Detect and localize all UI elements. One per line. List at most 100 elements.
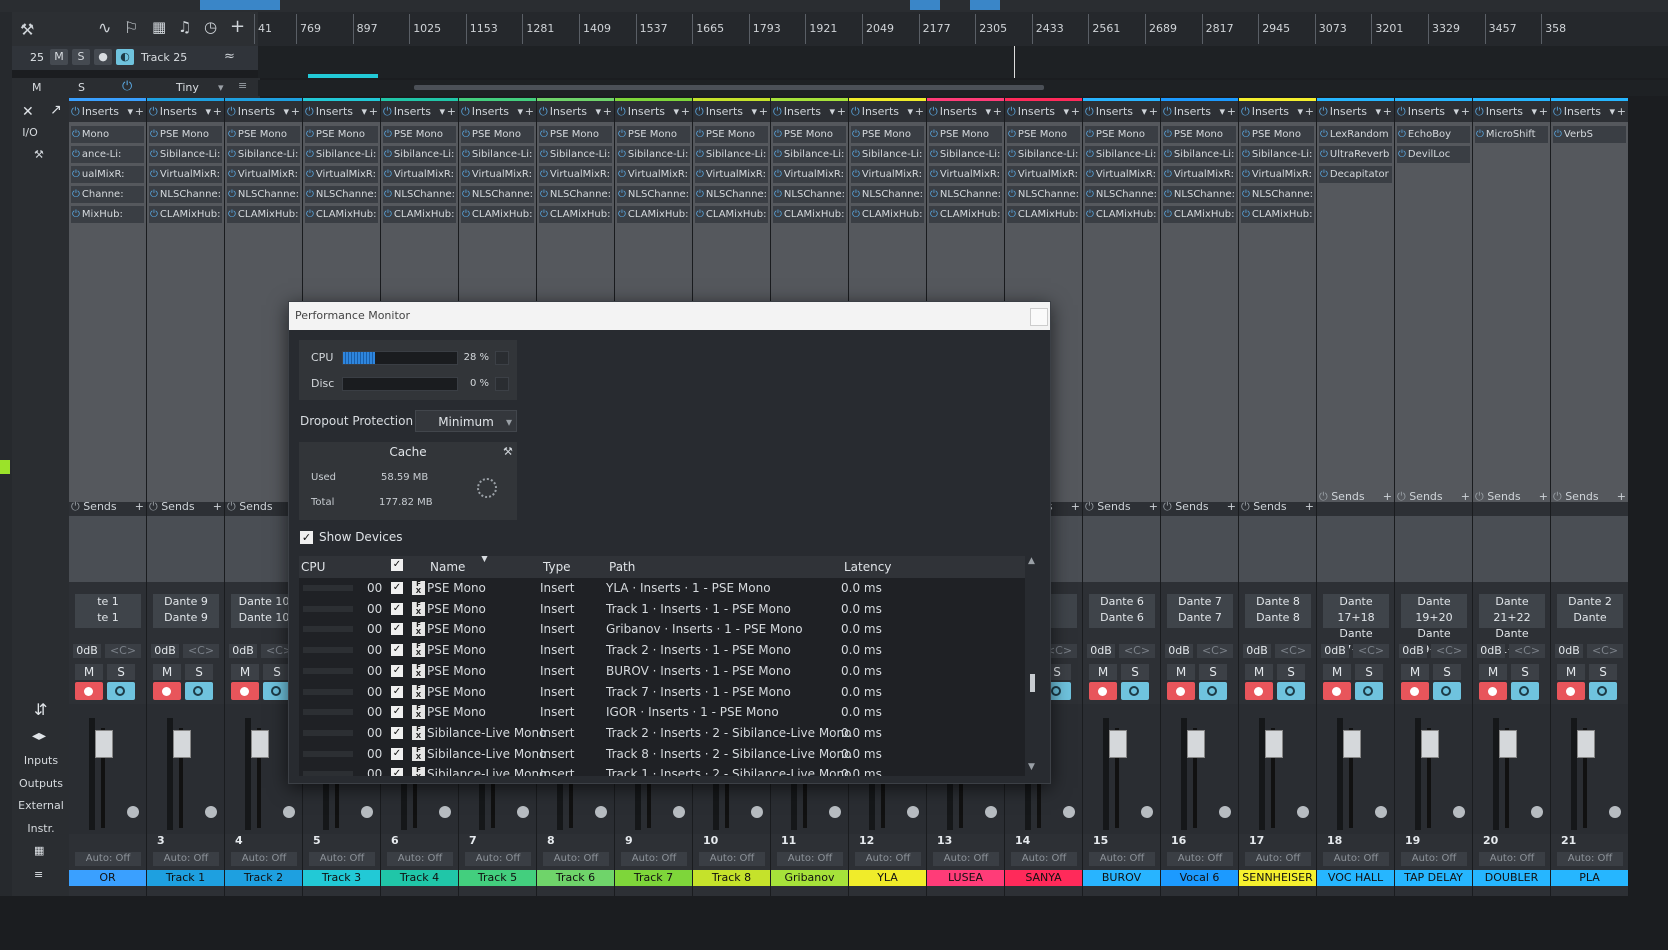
- output-routing[interactable]: Dante: [1557, 610, 1623, 626]
- solo-button[interactable]: S: [1199, 664, 1227, 680]
- pan-knob[interactable]: [595, 806, 607, 818]
- list-icon[interactable]: ≡: [238, 79, 247, 92]
- channel-name[interactable]: PLA: [1551, 870, 1628, 886]
- pan-readout[interactable]: <C>: [1119, 644, 1155, 658]
- insert-slot[interactable]: ⏻ Sibilance-Li:: [227, 146, 300, 163]
- channel-name[interactable]: VOC HALL: [1317, 870, 1394, 886]
- output-routing[interactable]: Dante 6: [1089, 610, 1155, 626]
- monitor-button[interactable]: [107, 682, 135, 700]
- power-icon[interactable]: ⏻: [774, 129, 782, 140]
- power-icon[interactable]: ⏻: [1164, 189, 1172, 200]
- power-icon[interactable]: ⏻: [1008, 209, 1016, 220]
- insert-slot[interactable]: ⏻ CLAMixHub:: [461, 206, 534, 223]
- insert-slot[interactable]: ⏻ CLAMixHub:: [539, 206, 612, 223]
- insert-slot[interactable]: ⏻ NLSChanne:: [227, 186, 300, 203]
- channel-name[interactable]: Track 7: [615, 870, 692, 886]
- add-track-icon[interactable]: +: [230, 16, 245, 37]
- inputs-button[interactable]: Inputs: [16, 751, 66, 771]
- chevron-down-icon[interactable]: ▾: [1453, 105, 1459, 118]
- table-row[interactable]: 00 ✓ FX PSE Mono Insert Gribanov · Inser…: [299, 620, 1025, 640]
- chevron-down-icon[interactable]: ▾: [283, 105, 289, 118]
- insert-slot[interactable]: ⏻ NLSChanne:: [461, 186, 534, 203]
- cpu-reset-button[interactable]: [495, 351, 509, 365]
- flag-icon[interactable]: ⚐: [124, 18, 138, 37]
- power-icon[interactable]: ⏻: [852, 189, 860, 200]
- inserts-header[interactable]: ⏻ Inserts ▾ +: [227, 105, 301, 119]
- insert-slot[interactable]: ⏻ PSE Mono: [149, 126, 222, 143]
- pan-knob[interactable]: [1375, 806, 1387, 818]
- table-row[interactable]: 00 ✓ FX PSE Mono Insert Track 1 · Insert…: [299, 600, 1025, 620]
- power-icon[interactable]: ⏻: [851, 105, 860, 118]
- insert-slot[interactable]: ⏻ PSE Mono: [461, 126, 534, 143]
- power-icon[interactable]: ⏻: [150, 189, 158, 200]
- power-icon[interactable]: ⏻: [1008, 169, 1016, 180]
- waveform-icon[interactable]: ≈: [224, 49, 235, 64]
- insert-slot[interactable]: ⏻ DevilLoc: [1397, 146, 1470, 163]
- channel-name[interactable]: Track 8: [693, 870, 770, 886]
- volume-readout[interactable]: 0dB: [1165, 644, 1193, 658]
- volume-readout[interactable]: 0dB: [1087, 644, 1115, 658]
- insert-slot[interactable]: ⏻ MicroShift: [1475, 126, 1548, 143]
- inserts-header[interactable]: ⏻ Inserts ▾ +: [1085, 105, 1159, 119]
- chevron-down-icon[interactable]: ▾: [1531, 105, 1537, 118]
- add-insert-icon[interactable]: +: [915, 105, 924, 118]
- power-icon[interactable]: ⏻: [930, 189, 938, 200]
- input-routing[interactable]: Dante 21+22: [1479, 594, 1545, 626]
- width-toggle-icon[interactable]: ◂▸: [32, 728, 46, 744]
- power-icon[interactable]: ⏻: [384, 169, 392, 180]
- input-routing[interactable]: Dante 17+18: [1323, 594, 1389, 626]
- sends-header[interactable]: ⏻ Sends +: [1397, 490, 1471, 504]
- power-icon[interactable]: ⏻: [1086, 149, 1094, 160]
- record-arm-button[interactable]: [153, 682, 181, 700]
- insert-slot[interactable]: ⏻ VerbS: [1553, 126, 1626, 143]
- insert-slot[interactable]: ⏻ NLSChanne:: [305, 186, 378, 203]
- power-icon[interactable]: ⏻: [1553, 105, 1562, 118]
- pan-knob[interactable]: [517, 806, 529, 818]
- add-send-icon[interactable]: +: [1617, 490, 1626, 503]
- add-insert-icon[interactable]: +: [1461, 105, 1470, 118]
- scroll-up-icon[interactable]: ▲: [1028, 556, 1035, 566]
- table-row[interactable]: 00 ✓ FX PSE Mono Insert IGOR · Inserts ·…: [299, 703, 1025, 723]
- input-routing[interactable]: te 1: [75, 594, 141, 610]
- power-icon[interactable]: ⏻: [150, 129, 158, 140]
- record-arm-button[interactable]: [1557, 682, 1585, 700]
- insert-slot[interactable]: ⏻ Channe:: [71, 186, 144, 203]
- power-icon[interactable]: ⏻: [1164, 149, 1172, 160]
- power-icon[interactable]: ⏻: [540, 129, 548, 140]
- add-insert-icon[interactable]: +: [993, 105, 1002, 118]
- sends-header[interactable]: ⏻ Sends +: [1241, 500, 1315, 514]
- inserts-header[interactable]: ⏻ Inserts ▾ +: [1241, 105, 1315, 119]
- insert-slot[interactable]: ⏻ CLAMixHub:: [149, 206, 222, 223]
- chevron-down-icon[interactable]: ▾: [907, 105, 913, 118]
- table-row[interactable]: 00 ✓ FX PSE Mono Insert YLA · Inserts · …: [299, 579, 1025, 599]
- insert-slot[interactable]: ⏻ NLSChanne:: [539, 186, 612, 203]
- automation-mode[interactable]: Auto: Off: [1401, 852, 1467, 866]
- insert-slot[interactable]: ⏻ PSE Mono: [383, 126, 456, 143]
- power-icon[interactable]: ⏻: [696, 149, 704, 160]
- power-icon[interactable]: ⏻: [617, 105, 626, 118]
- add-send-icon[interactable]: +: [213, 500, 222, 513]
- add-send-icon[interactable]: +: [1539, 490, 1548, 503]
- channel-name[interactable]: TAP DELAY: [1395, 870, 1472, 886]
- io-routing[interactable]: Dante 17+18Dante 17+18: [1323, 594, 1389, 656]
- volume-readout[interactable]: 0dB: [151, 644, 179, 658]
- insert-slot[interactable]: ⏻ VirtualMixR:: [227, 166, 300, 183]
- automation-mode[interactable]: Auto: Off: [387, 852, 453, 866]
- volume-fader[interactable]: [1343, 730, 1361, 758]
- input-routing[interactable]: Dante 8: [1245, 594, 1311, 610]
- record-arm-button[interactable]: [1479, 682, 1507, 700]
- power-icon[interactable]: ⏻: [1163, 105, 1172, 118]
- pan-knob[interactable]: [907, 806, 919, 818]
- volume-fader[interactable]: [173, 730, 191, 758]
- power-icon[interactable]: ⏻: [122, 79, 132, 94]
- insert-slot[interactable]: ⏻ Sibilance-Li:: [773, 146, 846, 163]
- insert-area[interactable]: [1473, 122, 1550, 502]
- table-row[interactable]: 00 ✓ FX PSE Mono Insert Track 2 · Insert…: [299, 641, 1025, 661]
- insert-slot[interactable]: ⏻ PSE Mono: [929, 126, 1002, 143]
- power-icon[interactable]: ⏻: [1164, 129, 1172, 140]
- monitor-button[interactable]: [1121, 682, 1149, 700]
- channel-name[interactable]: YLA: [849, 870, 926, 886]
- chevron-down-icon[interactable]: ▾: [751, 105, 757, 118]
- insert-slot[interactable]: ⏻ CLAMixHub:: [1163, 206, 1236, 223]
- power-icon[interactable]: ⏻: [1398, 129, 1406, 140]
